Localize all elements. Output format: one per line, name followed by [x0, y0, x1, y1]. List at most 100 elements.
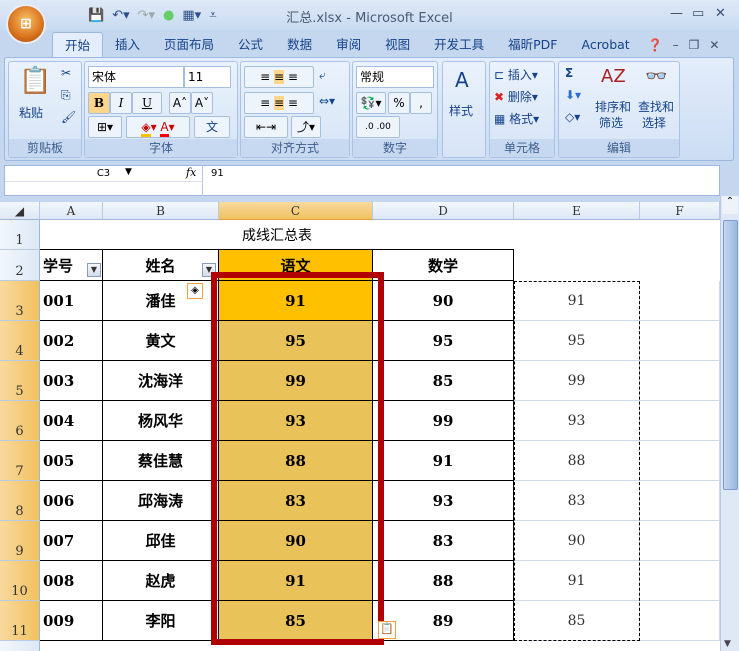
header-math[interactable]: 数学 [373, 250, 514, 281]
format-painter-icon[interactable]: 🖌 [61, 110, 76, 124]
grow-font-button[interactable]: A˄ [169, 92, 191, 114]
cell-math-score[interactable]: 83 [373, 521, 514, 561]
record-icon[interactable]: ● [163, 8, 174, 23]
cell-student-id[interactable]: 009 [40, 601, 103, 641]
cell-math-score[interactable]: 88 [373, 561, 514, 601]
error-warning-icon[interactable]: ◈ [187, 283, 203, 299]
find-select-button[interactable]: 查找和 [638, 98, 674, 115]
cell-math-score[interactable]: 99 [373, 401, 514, 441]
scroll-down-icon[interactable]: ▼ [724, 639, 731, 649]
cell-student-id[interactable]: 008 [40, 561, 103, 601]
styles-button[interactable]: 样式 [449, 102, 473, 119]
tab-home[interactable]: 开始 [52, 32, 104, 58]
cell-name[interactable]: 杨风华 [103, 401, 219, 441]
column-header-e[interactable]: E [514, 202, 640, 220]
paste-button[interactable]: 粘贴 [19, 104, 43, 121]
fill-font-color-icon[interactable]: ◈▾ A▾ [126, 116, 190, 138]
cell-math-score[interactable]: 93 [373, 481, 514, 521]
font-name-select[interactable]: 宋体 [88, 66, 184, 88]
row-header-7[interactable]: 7 [0, 441, 40, 481]
sort-filter-button-line2[interactable]: 筛选 [599, 114, 623, 131]
borders-icon[interactable]: ⊞▾ [88, 116, 122, 138]
office-button[interactable]: ⊞ [6, 4, 46, 44]
copy-icon[interactable]: ⎘ [61, 88, 71, 103]
column-header-c[interactable]: C [219, 202, 373, 220]
redo-icon[interactable]: ↷▾ [138, 8, 155, 23]
cell-name[interactable]: 蔡佳慧 [103, 441, 219, 481]
restore-icon[interactable]: ❐ [689, 32, 700, 58]
tab-page-layout[interactable]: 页面布局 [152, 32, 226, 58]
column-header-a[interactable]: A [40, 202, 103, 220]
cell-math-score[interactable]: 91 [373, 441, 514, 481]
cell-student-id[interactable]: 007 [40, 521, 103, 561]
cell-student-id[interactable]: 005 [40, 441, 103, 481]
phonetic-button[interactable]: 文 [194, 116, 230, 138]
delete-cells-button[interactable]: ✖ 删除▾ [494, 88, 538, 105]
cell-f[interactable] [640, 281, 720, 321]
cell-f[interactable] [640, 561, 720, 601]
autosum-button[interactable]: Σ [565, 66, 573, 80]
cell-student-id[interactable]: 006 [40, 481, 103, 521]
sort-filter-button[interactable]: 排序和 [595, 98, 631, 115]
format-cells-button[interactable]: ▦ 格式▾ [494, 110, 539, 127]
cell-name[interactable]: 赵虎 [103, 561, 219, 601]
underline-button[interactable]: U [132, 92, 162, 114]
cell-f[interactable] [640, 321, 720, 361]
cell-f[interactable] [640, 361, 720, 401]
row-header-4[interactable]: 4 [0, 321, 40, 361]
merge-center-icon[interactable]: ⇔▾ [319, 94, 335, 108]
column-header-f[interactable]: F [640, 202, 720, 220]
decimal-icons[interactable]: .0 .00 [356, 116, 400, 138]
font-size-select[interactable]: 11 [184, 66, 231, 88]
wrap-text-icon[interactable]: ⤶ [319, 68, 326, 83]
cell-student-id[interactable]: 004 [40, 401, 103, 441]
italic-button[interactable]: I [110, 92, 132, 114]
horizontal-align-icons[interactable]: ≡ ≡ ≡ [244, 92, 314, 114]
cell-name[interactable]: 李阳 [103, 601, 219, 641]
orientation-icon[interactable]: ⤴▾ [291, 116, 321, 138]
sheet-title[interactable]: 成线汇总表 [40, 220, 514, 250]
row-header-6[interactable]: 6 [0, 401, 40, 441]
help-icon[interactable]: ❓ [648, 32, 663, 58]
cell-f[interactable] [640, 601, 720, 641]
paste-options-icon[interactable]: 📋 [378, 621, 396, 639]
styles-icon[interactable]: A [455, 68, 469, 92]
workbook-close-icon[interactable]: ✕ [709, 32, 719, 58]
tab-view[interactable]: 视图 [373, 32, 422, 58]
cell-name[interactable]: 黄文 [103, 321, 219, 361]
row-header-12[interactable] [0, 641, 40, 651]
comma-button[interactable]: , [410, 92, 432, 114]
tab-review[interactable]: 审阅 [324, 32, 373, 58]
row-header-11[interactable]: 11 [0, 601, 40, 641]
cell-name[interactable]: 沈海洋 [103, 361, 219, 401]
scrollbar-thumb[interactable] [723, 220, 738, 490]
paste-icon[interactable]: 📋 [19, 66, 51, 96]
row-header-10[interactable]: 10 [0, 561, 40, 601]
fx-button[interactable]: fx [186, 166, 196, 179]
cell-student-id[interactable]: 001 [40, 281, 103, 321]
ribbon-minimize-icon[interactable]: – [673, 32, 679, 58]
cell-math-score[interactable]: 95 [373, 321, 514, 361]
cell-f[interactable] [640, 441, 720, 481]
cell-math-score[interactable]: 90 [373, 281, 514, 321]
vertical-scrollbar[interactable]: ⌃ ▼ [720, 196, 739, 651]
column-header-d[interactable]: D [373, 202, 514, 220]
tab-developer[interactable]: 开发工具 [422, 32, 496, 58]
name-box[interactable]: C3 [5, 166, 203, 181]
row-header-8[interactable]: 8 [0, 481, 40, 521]
fill-icon[interactable]: ⬇▾ [565, 88, 581, 102]
cell-f[interactable] [640, 481, 720, 521]
row-header-9[interactable]: 9 [0, 521, 40, 561]
formula-input[interactable]: 91 [211, 166, 224, 181]
filter-dropdown-id[interactable]: ▼ [87, 263, 101, 277]
undo-icon[interactable]: ↶▾ [112, 8, 129, 23]
minimize-icon[interactable]: — [670, 6, 683, 21]
maximize-icon[interactable]: ▭ [692, 6, 704, 21]
tab-foxit-pdf[interactable]: 福昕PDF [496, 32, 569, 58]
tab-formulas[interactable]: 公式 [226, 32, 275, 58]
cell-student-id[interactable]: 002 [40, 321, 103, 361]
cell-name[interactable]: 邱佳 [103, 521, 219, 561]
name-box-dropdown-icon[interactable]: ▼ [125, 167, 132, 177]
vertical-align-icons[interactable]: ≡ ≡ ≡ [244, 66, 314, 88]
row-header-2[interactable]: 2 [0, 250, 40, 281]
